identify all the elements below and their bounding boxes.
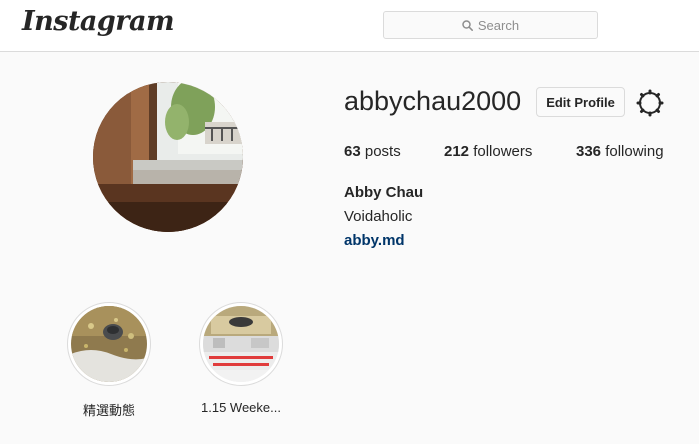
search-box[interactable]: Search <box>383 11 598 39</box>
search-icon <box>462 19 473 31</box>
story-highlight[interactable]: 1.15 Weeke... <box>197 302 285 415</box>
profile-full-name: Abby Chau <box>344 184 424 201</box>
profile-avatar[interactable] <box>93 82 243 232</box>
profile-bio: Voidaholic <box>344 208 413 225</box>
search-placeholder-text: Search <box>477 17 520 33</box>
posts-count: 63 posts <box>344 143 401 160</box>
highlight-label: 精選動態 <box>82 403 135 418</box>
following-link[interactable]: 336 following <box>576 143 664 160</box>
highlight-ring <box>199 302 283 386</box>
followers-link[interactable]: 212 followers <box>444 143 532 160</box>
gear-icon[interactable] <box>636 89 664 117</box>
story-highlight[interactable]: 精選動態 <box>65 302 153 419</box>
avatar-photo <box>93 82 243 232</box>
highlight-ring <box>67 302 151 386</box>
profile-username: abbychau2000 <box>344 86 522 116</box>
followers-number: 212 <box>444 143 470 160</box>
profile-website-link[interactable]: abby.md <box>344 232 405 249</box>
search-placeholder-group[interactable]: Search <box>384 12 597 38</box>
posts-label: posts <box>364 143 401 160</box>
top-navigation-bar: Instagram Search <box>0 0 699 52</box>
highlight-label: 1.15 Weeke... <box>201 400 281 415</box>
highlight-cover-image <box>71 306 147 382</box>
following-label: following <box>605 143 664 160</box>
followers-label: followers <box>473 143 533 160</box>
edit-profile-button[interactable]: Edit Profile <box>536 87 625 117</box>
following-number: 336 <box>576 143 602 160</box>
instagram-logo[interactable]: Instagram <box>22 6 175 37</box>
highlight-cover-image <box>203 306 279 382</box>
posts-number: 63 <box>344 143 361 160</box>
